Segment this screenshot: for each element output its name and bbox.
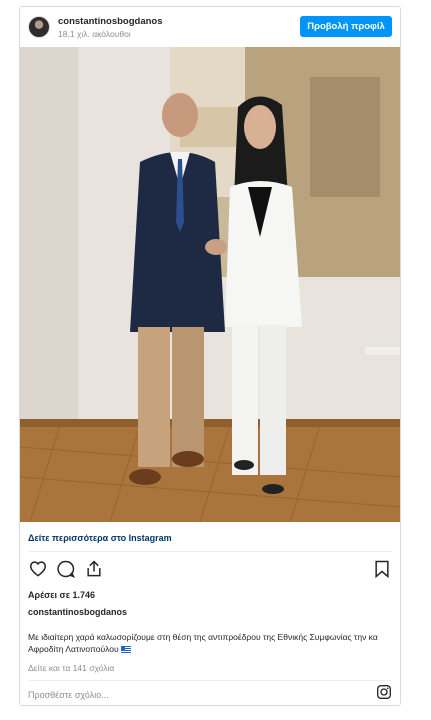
divider (28, 680, 392, 681)
instagram-logo-icon[interactable] (376, 684, 392, 700)
post-caption: Με ιδιαίτερη χαρά καλωσορίζουμε στη θέση… (28, 631, 378, 655)
greek-flag-icon (120, 646, 131, 654)
caption-username[interactable]: constantinosbogdanos (28, 607, 127, 617)
instagram-embed-card: constantinosbogdanos 18,1 χιλ. ακόλουθοι… (19, 6, 401, 706)
comment-icon[interactable] (56, 559, 76, 579)
share-icon[interactable] (84, 559, 104, 579)
add-comment-field[interactable]: Προσθέστε σχόλιο... (28, 690, 109, 700)
bookmark-icon[interactable] (372, 559, 392, 579)
like-count[interactable]: Αρέσει σε 1.746 (28, 590, 95, 600)
action-bar (28, 559, 392, 581)
divider (28, 551, 392, 552)
header-username[interactable]: constantinosbogdanos (58, 16, 163, 27)
avatar[interactable] (28, 16, 50, 38)
heart-icon[interactable] (28, 559, 48, 579)
view-all-comments-link[interactable]: Δείτε και τα 141 σχόλια (28, 663, 114, 673)
follower-count: 18,1 χιλ. ακόλουθοι (58, 29, 131, 39)
view-profile-button[interactable]: Προβολή προφίλ (300, 16, 392, 37)
post-photo[interactable] (20, 47, 400, 522)
view-more-on-instagram-link[interactable]: Δείτε περισσότερα στο Instagram (28, 533, 172, 543)
post-photo-illustration (20, 47, 400, 522)
post-header: constantinosbogdanos 18,1 χιλ. ακόλουθοι… (20, 7, 400, 47)
caption-text: Με ιδιαίτερη χαρά καλωσορίζουμε στη θέση… (28, 632, 378, 654)
